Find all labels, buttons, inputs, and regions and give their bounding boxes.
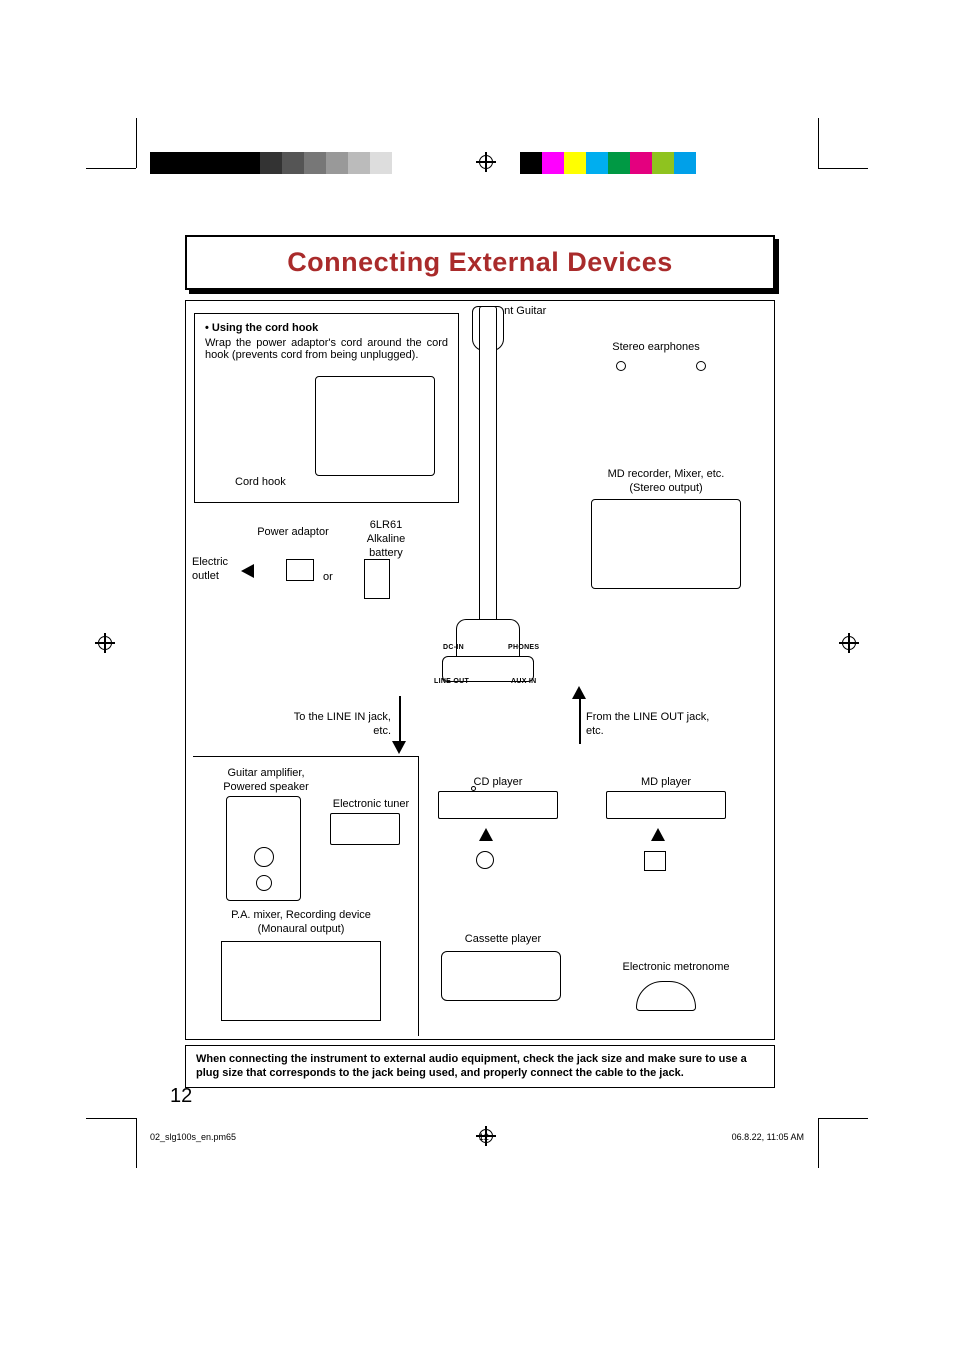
jack-label-phones: PHONES [508, 644, 539, 651]
label-electronic-tuner: Electronic tuner [326, 798, 416, 812]
arrow-left-icon [241, 564, 254, 578]
connection-diagram: Silent Guitar DC-IN PHONES LINE OUT AUX … [185, 300, 775, 1040]
cordhook-label: Cord hook [235, 476, 286, 490]
cordhook-heading: • Using the cord hook [205, 322, 448, 334]
label-guitar-amp: Guitar amplifier, Powered speaker [206, 767, 326, 795]
cordhook-note-box: • Using the cord hook Wrap the power ada… [194, 313, 459, 503]
label-pa-mixer: P.A. mixer, Recording device (Monaural o… [206, 909, 396, 937]
metronome-icon [636, 981, 696, 1011]
earphone-icon [616, 361, 626, 371]
registration-target-icon [476, 152, 496, 172]
cordhook-body: Wrap the power adaptor's cord around the… [205, 337, 448, 361]
label-from-line-out: From the LINE OUT jack, etc. [586, 711, 756, 739]
registration-target-icon [839, 633, 859, 653]
warning-note: When connecting the instrument to extern… [185, 1045, 775, 1088]
arrow-up-icon [572, 686, 586, 699]
arrow-up-icon [479, 828, 493, 841]
pa-mixer-icon [221, 941, 381, 1021]
footer: 02_slg100s_en.pm65 12 06.8.22, 11:05 AM [150, 1132, 804, 1142]
label-battery: 6LR61 Alkaline battery [356, 519, 416, 560]
guitar-neck-icon [479, 306, 497, 636]
label-to-line-in: To the LINE IN jack, etc. [241, 711, 391, 739]
md-player-icon [606, 791, 726, 819]
earphone-icon [696, 361, 706, 371]
cd-player-icon [438, 791, 558, 819]
label-cd-player: CD player [448, 776, 548, 790]
arrow-down-icon [392, 741, 406, 754]
page-number: 12 [170, 1085, 192, 1108]
label-or: or [323, 571, 333, 585]
label-electric-outlet: Electric outlet [192, 556, 247, 584]
registration-target-icon [95, 633, 115, 653]
label-electronic-metronome: Electronic metronome [606, 961, 746, 975]
footer-timestamp: 06.8.22, 11:05 AM [732, 1132, 804, 1142]
label-stereo-earphones: Stereo earphones [596, 341, 716, 355]
jack-label-auxin: AUX IN [511, 678, 537, 685]
color-calibration-bar [520, 152, 696, 174]
label-md-recorder: MD recorder, Mixer, etc. [581, 468, 751, 482]
page-title: Connecting External Devices [185, 235, 775, 290]
jack-label-dcin: DC-IN [443, 644, 464, 651]
electronic-tuner-icon [330, 813, 400, 845]
arrow-up-icon [651, 828, 665, 841]
label-power-adaptor: Power adaptor [248, 526, 338, 540]
grayscale-calibration-bar [150, 152, 392, 174]
cordhook-illustration-icon [315, 376, 435, 476]
disc-icon [476, 851, 494, 869]
powered-speaker-icon [226, 796, 301, 901]
battery-icon [364, 559, 390, 599]
cassette-player-icon [441, 951, 561, 1001]
label-md-player: MD player [616, 776, 716, 790]
jack-label-lineout: LINE OUT [434, 678, 469, 685]
page-title-text: Connecting External Devices [287, 247, 673, 278]
md-recorder-icon [591, 499, 741, 589]
label-cassette-player: Cassette player [448, 933, 558, 947]
label-stereo-output: (Stereo output) [581, 482, 751, 496]
footer-file: 02_slg100s_en.pm65 [150, 1132, 236, 1142]
power-adaptor-icon [286, 559, 314, 581]
footer-page: 12 [479, 1132, 489, 1142]
minidisc-icon [644, 851, 666, 871]
